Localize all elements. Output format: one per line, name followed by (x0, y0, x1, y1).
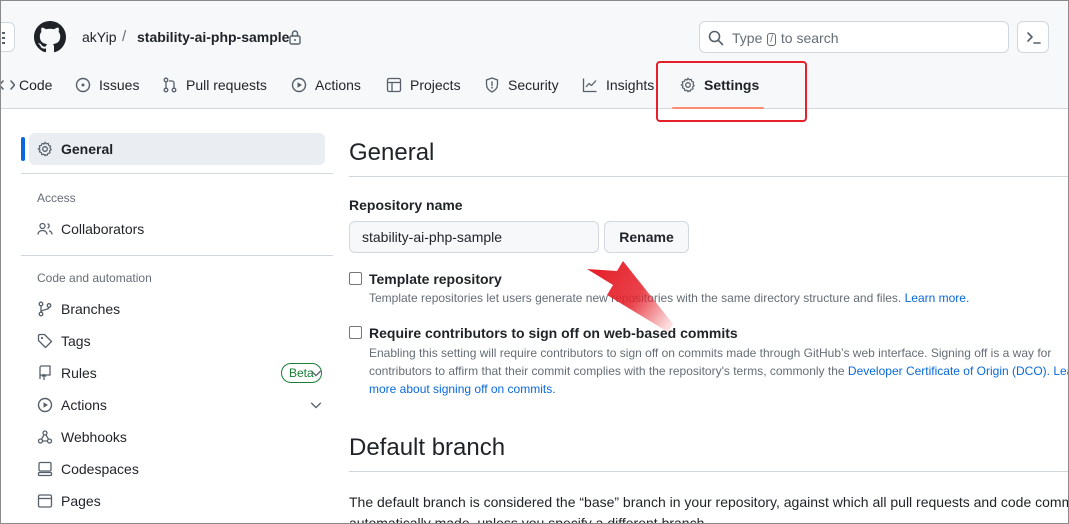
people-icon (37, 222, 53, 235)
learn-more-signoff-link-start[interactable]: Learn (1053, 364, 1068, 378)
dco-link[interactable]: Developer Certificate of Origin (DCO). (848, 364, 1050, 378)
chevron-down-icon[interactable] (309, 366, 323, 380)
signoff-label[interactable]: Require contributors to sign off on web-… (369, 325, 738, 341)
sidebar-item-label: General (61, 141, 114, 157)
sidebar-item-actions[interactable]: Actions (29, 389, 325, 421)
sidebar-heading-code-automation: Code and automation (37, 271, 152, 285)
sidebar-item-label: Tags (61, 333, 91, 349)
template-repository-checkbox[interactable] (349, 272, 362, 285)
play-icon (37, 397, 53, 413)
sidebar-item-general[interactable]: General (29, 133, 325, 165)
default-branch-text-line2: automatically made, unless you specify a… (349, 515, 709, 524)
repo-name-field[interactable] (349, 221, 599, 253)
menu-button[interactable] (1, 22, 15, 52)
sidebar-item-tags[interactable]: Tags (29, 325, 325, 357)
play-icon (291, 77, 307, 93)
page-frame: akYip / stability-ai-php-sample Type / t… (0, 0, 1069, 524)
tab-security[interactable]: Security (484, 67, 559, 103)
sidebar-item-rules[interactable]: Rules Beta (29, 357, 325, 389)
tab-security-label: Security (508, 77, 559, 93)
sidebar-heading-access: Access (37, 191, 76, 205)
template-repository-label[interactable]: Template repository (369, 271, 502, 287)
lock-icon (289, 30, 301, 45)
sidebar-item-codespaces[interactable]: Codespaces (29, 453, 325, 485)
gear-icon (37, 141, 52, 157)
browser-icon (37, 494, 53, 508)
sidebar-item-label: Collaborators (61, 221, 145, 237)
slash-key-hint: / (767, 33, 777, 46)
sidebar-item-branches[interactable]: Branches (29, 293, 325, 325)
template-note-text: Template repositories let users generate… (369, 291, 902, 305)
chevron-down-icon[interactable] (309, 398, 323, 412)
tab-issues-label: Issues (99, 77, 140, 93)
default-branch-description: The default branch is considered the “ba… (349, 492, 1069, 524)
repo-owner-link[interactable]: akYip (82, 29, 117, 45)
github-logo-icon[interactable] (34, 21, 66, 53)
tab-projects[interactable]: Projects (386, 67, 461, 103)
signoff-note-line3: more about signing off on commits. (369, 380, 556, 398)
tab-code[interactable]: Code (1, 67, 53, 103)
sidebar-item-label: Branches (61, 301, 121, 317)
sidebar-item-label: Actions (61, 397, 107, 413)
search-input[interactable]: Type / to search (699, 21, 1009, 53)
sidebar-item-label: Codespaces (61, 461, 139, 477)
branch-icon (38, 301, 52, 317)
repo-tabs: Code Issues Pull requests Actions Projec… (1, 67, 1068, 109)
sidebar-divider (21, 173, 333, 174)
pull-request-icon (163, 77, 177, 93)
tab-insights-label: Insights (606, 77, 655, 93)
learn-more-signoff-link[interactable]: more about signing off on commits. (369, 382, 556, 396)
repo-push-icon (39, 365, 51, 380)
codespaces-icon (37, 461, 53, 477)
command-palette-button[interactable] (1017, 21, 1049, 53)
tab-pull-requests-label: Pull requests (186, 77, 267, 93)
shield-icon (485, 77, 499, 93)
sidebar-item-pages[interactable]: Pages (29, 485, 325, 517)
selected-indicator (21, 137, 25, 161)
tab-issues[interactable]: Issues (75, 67, 139, 103)
path-separator: / (122, 28, 127, 45)
webhook-icon (37, 430, 53, 444)
signoff-note-line2: contributors to affirm that their commit… (369, 362, 1068, 380)
default-branch-text-line1: The default branch is considered the “ba… (349, 494, 1069, 510)
tab-actions[interactable]: Actions (291, 67, 361, 103)
issue-icon (75, 77, 91, 93)
template-note: Template repositories let users generate… (369, 289, 969, 307)
tab-actions-label: Actions (315, 77, 361, 93)
tab-insights[interactable]: Insights (582, 67, 654, 103)
sidebar-item-label: Webhooks (61, 429, 127, 445)
table-icon (386, 77, 402, 93)
signoff-note-text: contributors to affirm that their commit… (369, 364, 845, 378)
signoff-note-line1: Enabling this setting will require contr… (369, 346, 1052, 360)
search-suffix: to search (780, 30, 839, 46)
sidebar-divider (21, 255, 333, 256)
sidebar-item-collaborators[interactable]: Collaborators (29, 213, 325, 245)
sidebar-item-label: Rules (61, 365, 97, 381)
title-divider (349, 176, 1068, 177)
search-placeholder: Type / to search (732, 30, 839, 46)
page-title: General (349, 139, 435, 166)
tag-icon (37, 333, 53, 349)
terminal-icon (1027, 32, 1041, 44)
rename-button[interactable]: Rename (604, 221, 689, 253)
repo-name-label: Repository name (349, 197, 463, 213)
tab-pull-requests[interactable]: Pull requests (162, 67, 267, 103)
search-prefix: Type (732, 30, 763, 46)
settings-sidebar: General Access Collaborators Code and au… (1, 109, 341, 523)
default-branch-divider (349, 471, 1068, 472)
repo-header: akYip / stability-ai-php-sample Type / t… (1, 1, 1068, 109)
search-icon (708, 30, 724, 46)
tab-projects-label: Projects (410, 77, 461, 93)
code-icon (1, 80, 15, 90)
tab-code-label: Code (19, 77, 53, 93)
default-branch-title: Default branch (349, 434, 506, 461)
sidebar-item-webhooks[interactable]: Webhooks (29, 421, 325, 453)
repo-name-link[interactable]: stability-ai-php-sample (137, 29, 289, 45)
hamburger-icon (2, 32, 5, 44)
signoff-checkbox[interactable] (349, 326, 362, 339)
graph-icon (582, 78, 597, 93)
learn-more-link[interactable]: Learn more. (905, 291, 970, 305)
settings-main: General Repository name Rename Template … (349, 109, 1069, 524)
sidebar-item-label: Pages (61, 493, 101, 509)
